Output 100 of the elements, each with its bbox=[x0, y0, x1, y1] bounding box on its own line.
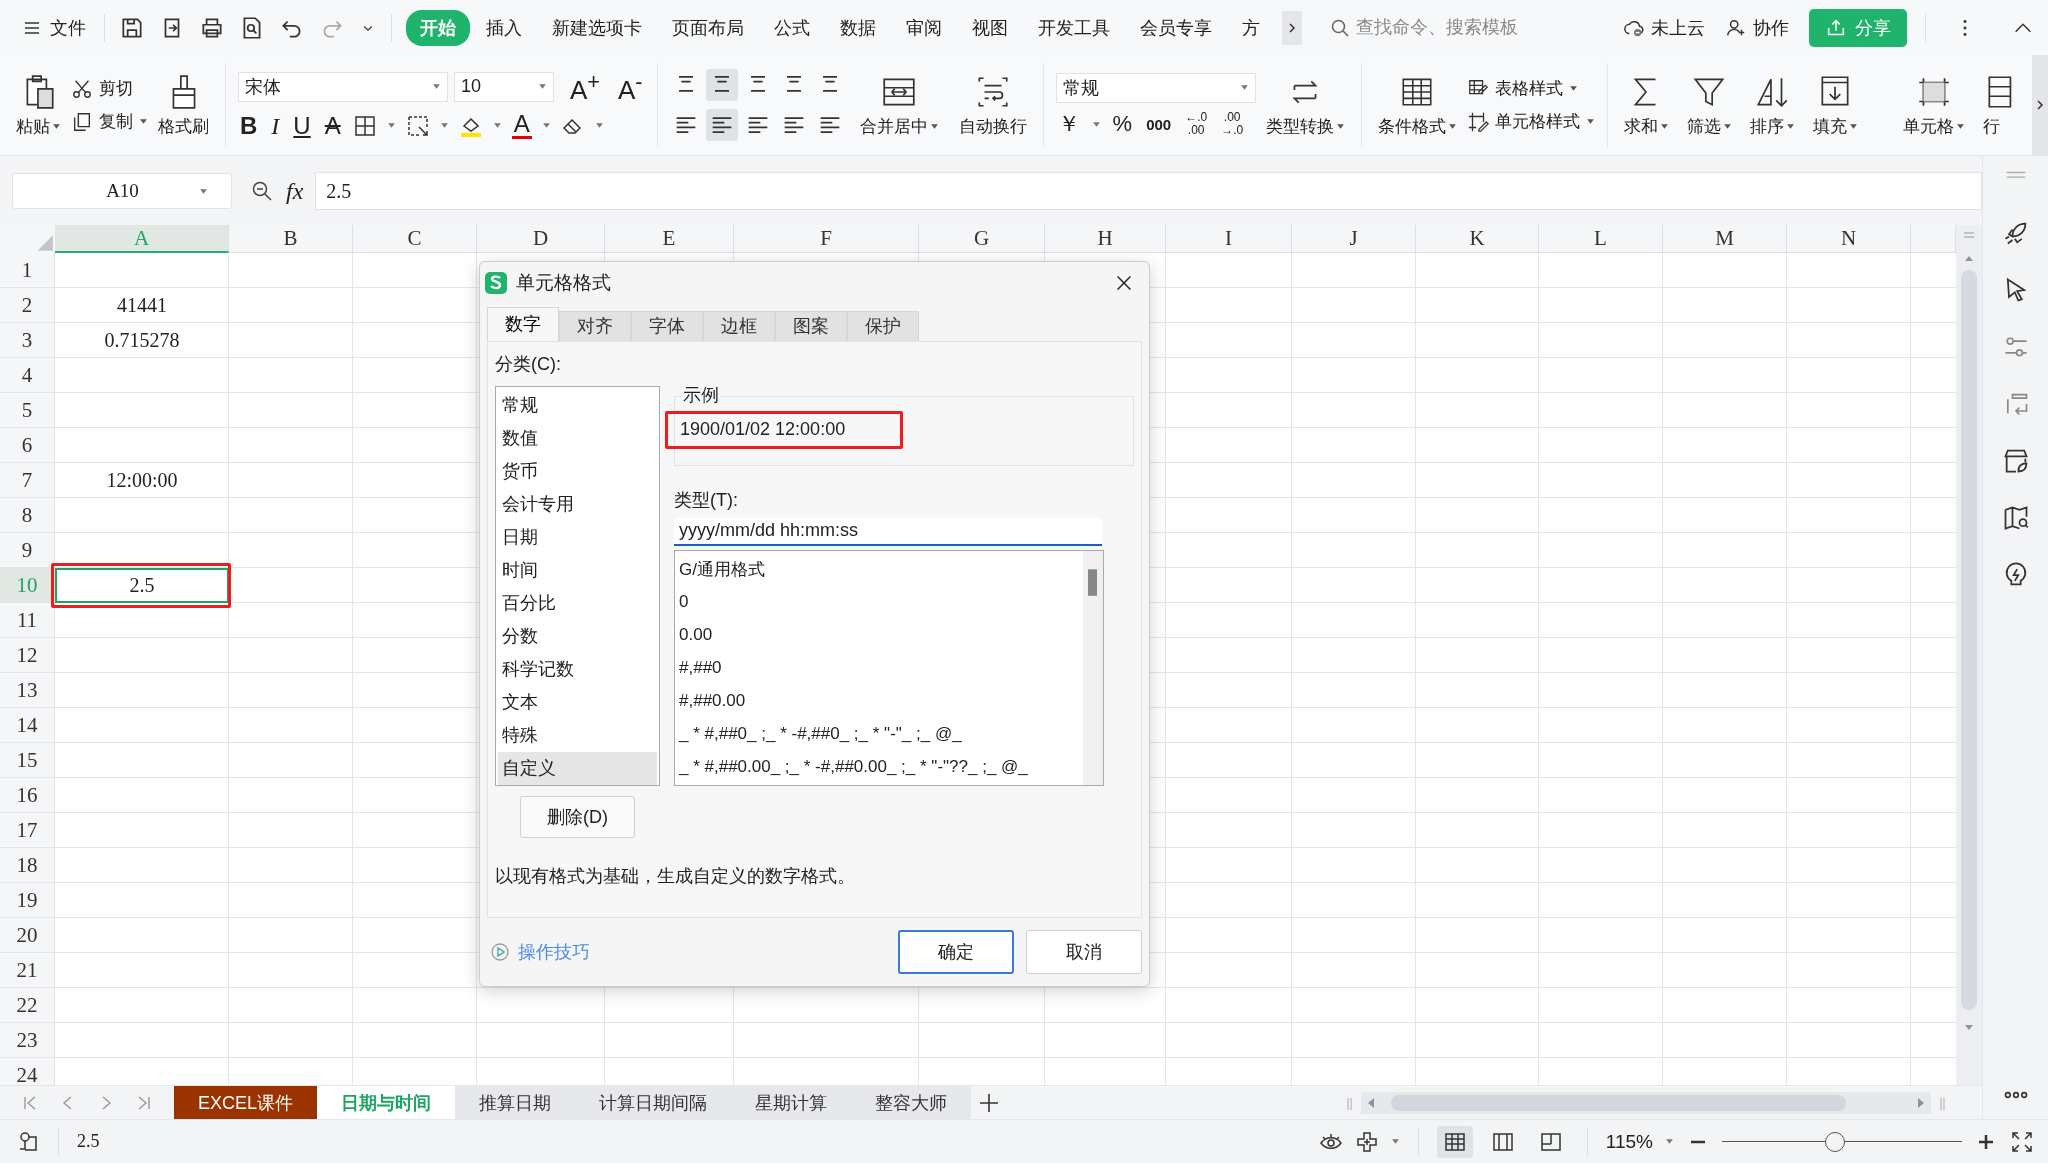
rows-columns-button[interactable]: 行 bbox=[1978, 70, 2019, 140]
cell-type-icon[interactable] bbox=[405, 113, 430, 138]
strikethrough-button[interactable]: A bbox=[322, 113, 343, 138]
column-header[interactable]: E bbox=[605, 225, 734, 253]
caret-icon[interactable] bbox=[492, 121, 502, 131]
ribbon-tab[interactable]: 视图 bbox=[958, 9, 1022, 46]
alignment-icon[interactable] bbox=[705, 69, 738, 101]
row-header[interactable]: 14 bbox=[0, 708, 55, 743]
caret-icon[interactable] bbox=[1390, 1137, 1400, 1146]
currency-button[interactable]: ￥ bbox=[1055, 113, 1082, 135]
category-item[interactable]: 特殊 bbox=[498, 719, 657, 752]
sheet-tab[interactable]: EXCEL课件 bbox=[174, 1086, 318, 1119]
sort-button[interactable]: 排序 bbox=[1745, 70, 1799, 140]
zoom-slider[interactable] bbox=[1722, 1130, 1962, 1153]
format-item[interactable]: 0.00 bbox=[679, 619, 1079, 652]
ribbon-tab[interactable]: 公式 bbox=[760, 9, 824, 46]
caret-icon[interactable] bbox=[386, 121, 396, 131]
format-item[interactable]: _ * #,##0_ ;_ * -#,##0_ ;_ * "-"_ ;_ @_ bbox=[679, 718, 1079, 751]
row-header[interactable]: 3 bbox=[0, 323, 55, 358]
row-header[interactable]: 13 bbox=[0, 673, 55, 708]
column-header[interactable]: G bbox=[919, 225, 1045, 253]
sheet-tab[interactable]: 整容大师 bbox=[851, 1086, 972, 1119]
category-item[interactable]: 文本 bbox=[498, 686, 657, 719]
column-header[interactable]: L bbox=[1539, 225, 1663, 253]
row-header[interactable]: 1 bbox=[0, 253, 55, 288]
category-item[interactable]: 货币 bbox=[498, 455, 657, 488]
font-size-select[interactable]: 10 bbox=[454, 71, 554, 102]
column-header[interactable]: F bbox=[734, 225, 919, 253]
alignment-icon[interactable] bbox=[705, 109, 738, 141]
row-header[interactable]: 7 bbox=[0, 463, 55, 498]
crosshair-icon[interactable] bbox=[1354, 1129, 1379, 1154]
row-header[interactable]: 8 bbox=[0, 498, 55, 533]
row-header[interactable]: 24 bbox=[0, 1058, 55, 1085]
category-item[interactable]: 时间 bbox=[498, 554, 657, 587]
category-item[interactable]: 百分比 bbox=[498, 587, 657, 620]
merge-center-button[interactable]: 合并居中 bbox=[855, 70, 943, 140]
caret-icon[interactable] bbox=[1665, 1137, 1674, 1146]
column-header[interactable]: B bbox=[229, 225, 353, 253]
category-item[interactable]: 日期 bbox=[498, 521, 657, 554]
column-header[interactable]: J bbox=[1292, 225, 1416, 253]
sheet-tab[interactable]: 计算日期间隔 bbox=[575, 1086, 732, 1119]
delete-button[interactable]: 删除(D) bbox=[520, 796, 635, 838]
dialog-tab[interactable]: 边框 bbox=[703, 311, 775, 341]
format-painter-button[interactable]: 格式刷 bbox=[154, 70, 213, 140]
row-header[interactable]: 6 bbox=[0, 428, 55, 463]
row-header[interactable]: 17 bbox=[0, 813, 55, 848]
row-header[interactable]: 20 bbox=[0, 918, 55, 953]
table-style-button[interactable]: 表格样式 bbox=[1466, 77, 1595, 100]
sheet-tab[interactable]: 推算日期 bbox=[455, 1086, 576, 1119]
ribbon-tab[interactable]: 开发工具 bbox=[1024, 9, 1124, 46]
column-header[interactable]: H bbox=[1045, 225, 1166, 253]
bold-button[interactable]: B bbox=[238, 113, 260, 138]
format-item[interactable]: 0 bbox=[679, 586, 1079, 619]
category-item[interactable]: 分数 bbox=[498, 620, 657, 653]
decrease-font-button[interactable]: A$^{-}$ bbox=[616, 70, 645, 103]
cells-button[interactable]: 单元格 bbox=[1898, 70, 1969, 140]
copy-button[interactable]: 复制 bbox=[71, 110, 148, 133]
category-item[interactable]: 科学记数 bbox=[498, 653, 657, 686]
cloud-button[interactable]: 未上云 bbox=[1623, 15, 1705, 40]
fullscreen-icon[interactable] bbox=[2010, 1129, 2034, 1154]
row-header[interactable]: 2 bbox=[0, 288, 55, 323]
conditional-format-button[interactable]: 条件格式 bbox=[1373, 70, 1461, 140]
name-box[interactable]: A10 bbox=[12, 173, 232, 209]
ribbon-tab[interactable]: 插入 bbox=[472, 9, 536, 46]
ribbon-tab[interactable]: 审阅 bbox=[892, 9, 956, 46]
number-format-select[interactable]: 常规 bbox=[1055, 72, 1256, 103]
zoom-icon[interactable] bbox=[250, 179, 274, 203]
format-item[interactable]: _ * #,##0.00_ ;_ * -#,##0.00_ ;_ * "-"??_ ;_ @_ bbox=[679, 751, 1079, 784]
dialog-tab[interactable]: 保护 bbox=[847, 311, 919, 341]
cut-button[interactable]: 剪切 bbox=[71, 77, 148, 100]
column-header[interactable]: C bbox=[353, 225, 477, 253]
dialog-tab[interactable]: 图案 bbox=[775, 311, 847, 341]
dialog-tab[interactable]: 对齐 bbox=[559, 311, 631, 341]
ribbon-tab[interactable]: 会员专享 bbox=[1126, 9, 1226, 46]
wrap-text-button[interactable]: 自动换行 bbox=[954, 70, 1031, 140]
category-item[interactable]: 常规 bbox=[498, 389, 657, 422]
row-header[interactable]: 5 bbox=[0, 393, 55, 428]
paste-button[interactable]: 粘贴 bbox=[12, 70, 65, 140]
row-header[interactable]: 9 bbox=[0, 533, 55, 568]
row-header[interactable]: 18 bbox=[0, 848, 55, 883]
row-header[interactable]: 4 bbox=[0, 358, 55, 393]
increase-decimal-button[interactable]: ←.0 .00 bbox=[1183, 110, 1210, 138]
font-color-button[interactable]: A bbox=[511, 112, 532, 140]
tab-scroll-button[interactable] bbox=[1282, 10, 1302, 45]
caret-icon[interactable] bbox=[594, 121, 604, 131]
formula-input[interactable]: 2.5 bbox=[315, 172, 1982, 210]
ribbon-tab[interactable]: 方 bbox=[1228, 9, 1274, 46]
format-item[interactable]: #,##0 bbox=[679, 652, 1079, 685]
cell-style-button[interactable]: 单元格样式 bbox=[1466, 110, 1595, 133]
format-item[interactable]: #,##0.00 bbox=[679, 685, 1079, 718]
ribbon-tab[interactable]: 页面布局 bbox=[658, 9, 758, 46]
filter-button[interactable]: 筛选 bbox=[1682, 70, 1736, 140]
percent-button[interactable]: % bbox=[1110, 113, 1135, 135]
type-input[interactable]: yyyy/mm/dd hh:mm:ss bbox=[674, 518, 1102, 546]
font-name-select[interactable]: 宋体 bbox=[238, 71, 448, 102]
column-header[interactable]: D bbox=[477, 225, 605, 253]
fill-button[interactable]: 填充 bbox=[1808, 70, 1862, 140]
row-header[interactable]: 23 bbox=[0, 1023, 55, 1058]
list-scrollbar[interactable] bbox=[1083, 551, 1103, 785]
row-header[interactable]: 12 bbox=[0, 638, 55, 673]
